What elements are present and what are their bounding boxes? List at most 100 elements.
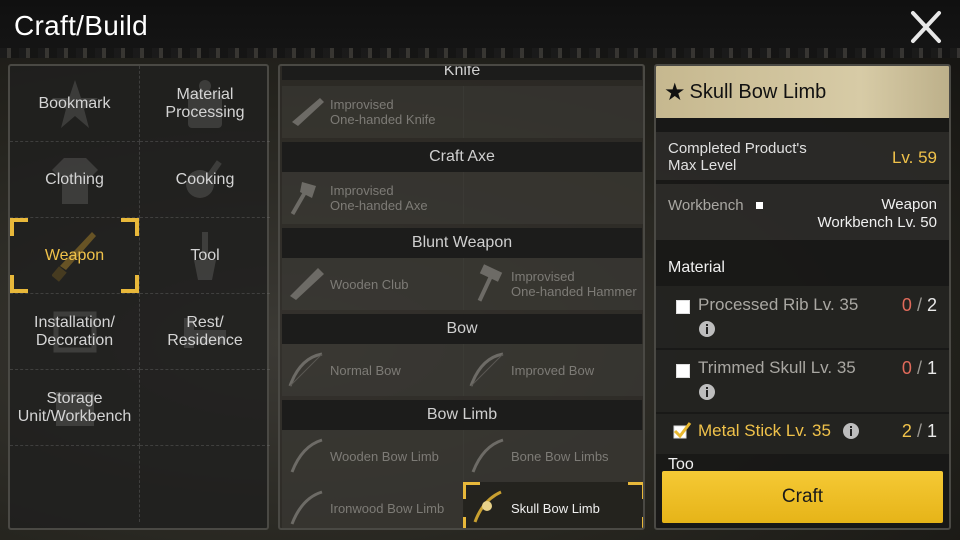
material-have: 0: [901, 358, 912, 378]
info-icon[interactable]: [842, 422, 860, 440]
section-header-blunt: Blunt Weapon: [282, 228, 642, 258]
category-tool[interactable]: Tool: [140, 218, 270, 294]
recipe-improvised-knife[interactable]: Improvised One-handed Knife: [282, 86, 464, 138]
material-count: 0 / 1: [902, 358, 937, 379]
item-detail-panel: ★ Skull Bow Limb Completed Product's Max…: [654, 64, 951, 530]
checkbox-unchecked: [676, 300, 690, 314]
category-label: Installation/ Decoration: [34, 313, 115, 349]
recipe-list[interactable]: Knife Improvised One-handed Knife Craft …: [278, 64, 645, 530]
recipe-ironwood-bow-limb[interactable]: Ironwood Bow Limb: [282, 482, 464, 528]
material-count: 0 / 2: [902, 295, 937, 316]
item-name: Skull Bow Limb: [689, 80, 827, 103]
material-header: Material: [668, 259, 725, 276]
bow-limb-icon: [290, 438, 323, 473]
recipe-wooden-bow-limb[interactable]: Wooden Bow Limb: [282, 430, 464, 482]
workbench-value: Weapon Workbench Lv. 50: [817, 196, 937, 231]
max-level-row: Completed Product's Max Level Lv. 59: [656, 132, 949, 180]
recipe-empty-slot: [463, 172, 643, 224]
category-installation[interactable]: Installation/ Decoration: [10, 294, 140, 370]
recipe-bone-bow-limbs[interactable]: Bone Bow Limbs: [463, 430, 643, 482]
material-have: 0: [901, 295, 912, 315]
hammer-icon: [477, 264, 503, 302]
close-button[interactable]: [906, 10, 946, 44]
max-level-label: Completed Product's Max Level: [668, 140, 807, 174]
recipe-improvised-hammer[interactable]: Improvised One-handed Hammer: [463, 258, 643, 310]
section-header-knife: Knife: [282, 66, 642, 80]
selection-corner: [463, 517, 480, 528]
category-bookmark[interactable]: Bookmark: [10, 66, 140, 142]
recipe-wooden-club[interactable]: Wooden Club: [282, 258, 464, 310]
club-icon: [290, 268, 324, 300]
material-name: Trimmed Skull Lv. 35: [698, 358, 856, 377]
category-label: Clothing: [45, 170, 104, 188]
recipe-label: Improvised One-handed Knife: [330, 97, 436, 127]
bookmark-star-icon[interactable]: ★: [664, 78, 686, 107]
category-label: Rest/ Residence: [167, 313, 243, 349]
workbench-row: Workbench Weapon Workbench Lv. 50: [656, 184, 949, 240]
category-storage[interactable]: Storage Unit/Workbench: [10, 370, 140, 446]
recipe-improvised-axe[interactable]: Improvised One-handed Axe: [282, 172, 464, 224]
category-label: Storage Unit/Workbench: [17, 389, 132, 425]
material-have: 2: [901, 421, 912, 441]
selection-corner: [10, 218, 28, 236]
selection-corner: [10, 275, 28, 293]
recipe-improved-bow[interactable]: Improved Bow: [463, 344, 643, 396]
category-material-processing[interactable]: Material Processing: [140, 66, 270, 142]
category-rest[interactable]: Rest/ Residence: [140, 294, 270, 370]
category-label: Weapon: [44, 246, 105, 264]
material-row: Trimmed Skull Lv. 35 0 / 1: [656, 350, 949, 412]
page-title: Craft/Build: [14, 10, 149, 41]
knife-icon: [292, 98, 324, 126]
selection-corner: [121, 218, 139, 236]
material-need: 1: [926, 358, 937, 378]
info-icon[interactable]: [698, 320, 716, 338]
bow-icon: [288, 352, 323, 387]
axe-icon: [290, 182, 316, 215]
category-cooking[interactable]: Cooking: [140, 142, 270, 218]
close-icon[interactable]: [906, 10, 946, 44]
material-row: Processed Rib Lv. 35 0 / 2: [656, 286, 949, 348]
recipe-label: Bone Bow Limbs: [511, 448, 609, 464]
category-label: Bookmark: [38, 94, 111, 112]
recipe-skull-bow-limb[interactable]: Skull Bow Limb: [463, 482, 643, 528]
checkbox-unchecked: [676, 364, 690, 378]
material-name: Processed Rib Lv. 35: [698, 295, 859, 314]
category-empty-slot: [140, 446, 270, 522]
category-label: Cooking: [175, 170, 235, 188]
category-label: Tool: [190, 246, 220, 264]
category-weapon[interactable]: Weapon: [10, 218, 140, 294]
section-header-bow: Bow: [282, 314, 642, 344]
material-row: Metal Stick Lv. 35 2 / 1: [656, 414, 949, 454]
material-sep: /: [916, 421, 922, 441]
selection-corner: [463, 482, 480, 499]
selection-corner: [628, 517, 643, 528]
workbench-label: Workbench: [668, 197, 744, 214]
category-clothing[interactable]: Clothing: [10, 142, 140, 218]
bow-limb-icon: [471, 438, 504, 473]
recipe-label: Improved Bow: [511, 362, 595, 378]
section-header-axe: Craft Axe: [282, 142, 642, 172]
max-level-value: Lv. 59: [891, 148, 937, 167]
recipe-label: Wooden Bow Limb: [330, 448, 439, 464]
category-empty-slot: [140, 370, 270, 446]
selection-corner: [628, 482, 643, 499]
material-need: 1: [926, 421, 937, 441]
material-sep: /: [916, 358, 922, 378]
recipe-label: Improvised One-handed Hammer: [511, 269, 637, 299]
category-panel: Bookmark Material Processing Clothing Co…: [8, 64, 270, 530]
recipe-empty-slot: [463, 86, 643, 138]
material-sep: /: [916, 295, 922, 315]
recipe-label: Normal Bow: [330, 362, 401, 378]
category-label: Material Processing: [165, 85, 245, 121]
recipe-label: Improvised One-handed Axe: [330, 183, 428, 213]
recipe-label: Skull Bow Limb: [511, 500, 600, 516]
recipe-label: Wooden Club: [330, 276, 409, 292]
bow-icon: [469, 352, 504, 387]
recipe-normal-bow[interactable]: Normal Bow: [282, 344, 464, 396]
craft-button[interactable]: Craft: [662, 471, 943, 523]
item-title-bar: ★ Skull Bow Limb: [656, 66, 949, 118]
info-icon[interactable]: [698, 383, 716, 401]
recipe-label: Ironwood Bow Limb: [330, 500, 445, 516]
section-header-bow-limb: Bow Limb: [282, 400, 642, 430]
checkmark-icon: [673, 422, 692, 439]
